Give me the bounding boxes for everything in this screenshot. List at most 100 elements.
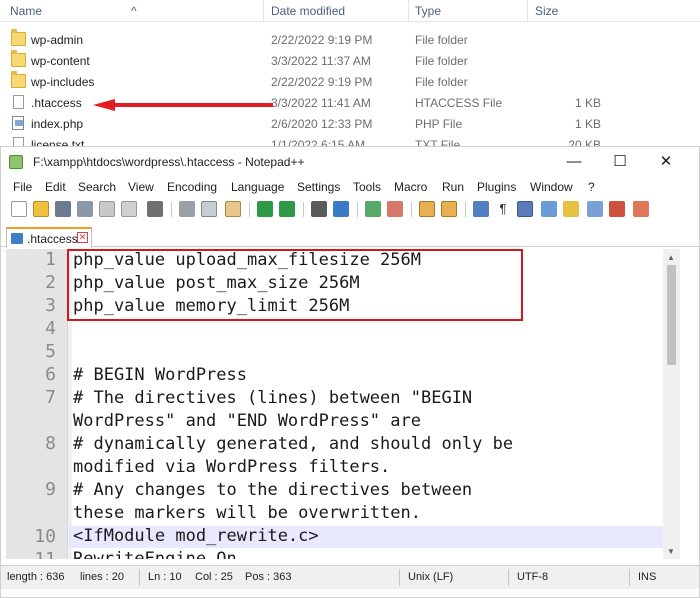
- status-encoding: UTF-8: [517, 571, 549, 583]
- code-line: RewriteEngine On: [73, 549, 237, 559]
- menu-settings[interactable]: Settings: [297, 180, 340, 194]
- code-line: # dynamically generated, and should only…: [73, 434, 514, 454]
- php-file-icon: [12, 116, 24, 130]
- code-line: <IfModule mod_rewrite.c>: [73, 526, 319, 546]
- code-line: modified via WordPress filters.: [73, 457, 391, 477]
- code-editor[interactable]: 1 php_value upload_max_filesize 256M 2 p…: [6, 249, 684, 559]
- explorer-column-header: Name ^ Date modified Type Size: [0, 0, 700, 22]
- record-macro-icon[interactable]: [633, 201, 649, 217]
- status-position: Pos : 363: [245, 571, 292, 583]
- tab-bar: .htaccess ✕: [1, 225, 699, 248]
- folder-icon: [11, 71, 26, 88]
- menu-language[interactable]: Language: [231, 180, 284, 194]
- red-arrow-icon: [93, 99, 273, 111]
- minimize-button[interactable]: —: [551, 147, 597, 177]
- line-number: 11: [6, 549, 56, 559]
- line-number: 7: [45, 387, 56, 408]
- line-number: 6: [45, 364, 56, 385]
- close-button[interactable]: ✕: [643, 147, 689, 177]
- status-column: Col : 25: [195, 571, 233, 583]
- vertical-scrollbar[interactable]: ▲ ▼: [663, 249, 680, 559]
- menu-tools[interactable]: Tools: [353, 180, 381, 194]
- line-number: 1: [45, 249, 56, 270]
- menu-help[interactable]: ?: [588, 180, 595, 194]
- file-icon: [13, 95, 24, 109]
- folder-icon: [11, 29, 26, 46]
- scroll-down-icon[interactable]: ▼: [667, 547, 675, 556]
- code-line: # BEGIN WordPress: [73, 365, 247, 385]
- menu-bar: File Edit Search View Encoding Language …: [1, 177, 699, 197]
- notepad-app-icon: [9, 155, 23, 169]
- save-all-icon[interactable]: [77, 201, 93, 217]
- menu-file[interactable]: File: [13, 180, 32, 194]
- word-wrap-icon[interactable]: [473, 201, 489, 217]
- zoom-out-icon[interactable]: [387, 201, 403, 217]
- copy-icon[interactable]: [201, 201, 217, 217]
- menu-window[interactable]: Window: [530, 180, 573, 194]
- code-line: # The directives (lines) between "BEGIN: [73, 388, 473, 408]
- indent-guide-icon[interactable]: [517, 201, 533, 217]
- menu-edit[interactable]: Edit: [45, 180, 66, 194]
- save-icon[interactable]: [55, 201, 71, 217]
- open-file-icon[interactable]: [33, 201, 49, 217]
- code-line: # Any changes to the directives between: [73, 480, 473, 500]
- menu-plugins[interactable]: Plugins: [477, 180, 516, 194]
- function-list-icon[interactable]: [563, 201, 579, 217]
- line-number: 5: [45, 341, 56, 362]
- highlight-box: [67, 249, 523, 321]
- line-number: 2: [45, 272, 56, 293]
- notepad-plus-plus-window: F:\xampp\htdocs\wordpress\.htaccess - No…: [0, 146, 700, 598]
- sync-vertical-icon[interactable]: [419, 201, 435, 217]
- paste-icon[interactable]: [225, 201, 241, 217]
- cut-icon[interactable]: [179, 201, 195, 217]
- show-all-characters-icon[interactable]: ¶: [495, 201, 511, 217]
- status-lines: lines : 20: [80, 571, 125, 583]
- status-line: Ln : 10: [148, 571, 182, 583]
- menu-search[interactable]: Search: [78, 180, 116, 194]
- tab-label: .htaccess: [27, 232, 78, 246]
- line-number: 3: [45, 295, 56, 316]
- file-row-index-php[interactable]: index.php 2/6/2020 12:33 PM PHP File 1 K…: [0, 113, 700, 134]
- scrollbar-thumb[interactable]: [667, 265, 676, 365]
- status-eol: Unix (LF): [408, 571, 454, 583]
- print-icon[interactable]: [147, 201, 163, 217]
- file-explorer: Name ^ Date modified Type Size wp-admin …: [0, 0, 700, 152]
- document-map-icon[interactable]: [541, 201, 557, 217]
- window-title: F:\xampp\htdocs\wordpress\.htaccess - No…: [33, 155, 305, 169]
- menu-encoding[interactable]: Encoding: [167, 180, 217, 194]
- tab-htaccess[interactable]: .htaccess ✕: [6, 227, 92, 248]
- menu-view[interactable]: View: [128, 180, 154, 194]
- column-date-modified[interactable]: Date modified: [271, 4, 345, 18]
- file-row-wp-includes[interactable]: wp-includes 2/22/2022 9:19 PM File folde…: [0, 71, 700, 92]
- find-icon[interactable]: [311, 201, 327, 217]
- tab-close-icon[interactable]: ✕: [77, 232, 88, 243]
- folder-icon: [11, 50, 26, 67]
- toolbar: ¶: [1, 197, 699, 221]
- column-type[interactable]: Type: [415, 4, 441, 18]
- close-file-icon[interactable]: [99, 201, 115, 217]
- status-insert-mode: INS: [638, 571, 657, 583]
- redo-icon[interactable]: [279, 201, 295, 217]
- scroll-up-icon[interactable]: ▲: [667, 253, 675, 262]
- close-all-icon[interactable]: [121, 201, 137, 217]
- sync-horizontal-icon[interactable]: [441, 201, 457, 217]
- line-number: 4: [45, 318, 56, 339]
- column-name[interactable]: Name: [10, 4, 42, 18]
- status-bar: length : 636 lines : 20 Ln : 10 Col : 25…: [1, 565, 699, 589]
- menu-macro[interactable]: Macro: [394, 180, 427, 194]
- file-row-wp-admin[interactable]: wp-admin 2/22/2022 9:19 PM File folder: [0, 29, 700, 50]
- folder-as-workspace-icon[interactable]: [587, 201, 603, 217]
- monitoring-icon[interactable]: [609, 201, 625, 217]
- zoom-in-icon[interactable]: [365, 201, 381, 217]
- maximize-button[interactable]: ☐: [597, 147, 643, 177]
- new-file-icon[interactable]: [11, 201, 27, 217]
- undo-icon[interactable]: [257, 201, 273, 217]
- menu-run[interactable]: Run: [442, 180, 464, 194]
- replace-icon[interactable]: [333, 201, 349, 217]
- column-size[interactable]: Size: [535, 4, 558, 18]
- line-number: 9: [45, 479, 56, 500]
- save-disk-icon: [11, 233, 23, 244]
- sort-caret-icon: ^: [131, 4, 137, 18]
- code-line: these markers will be overwritten.: [73, 503, 421, 523]
- file-row-wp-content[interactable]: wp-content 3/3/2022 11:37 AM File folder: [0, 50, 700, 71]
